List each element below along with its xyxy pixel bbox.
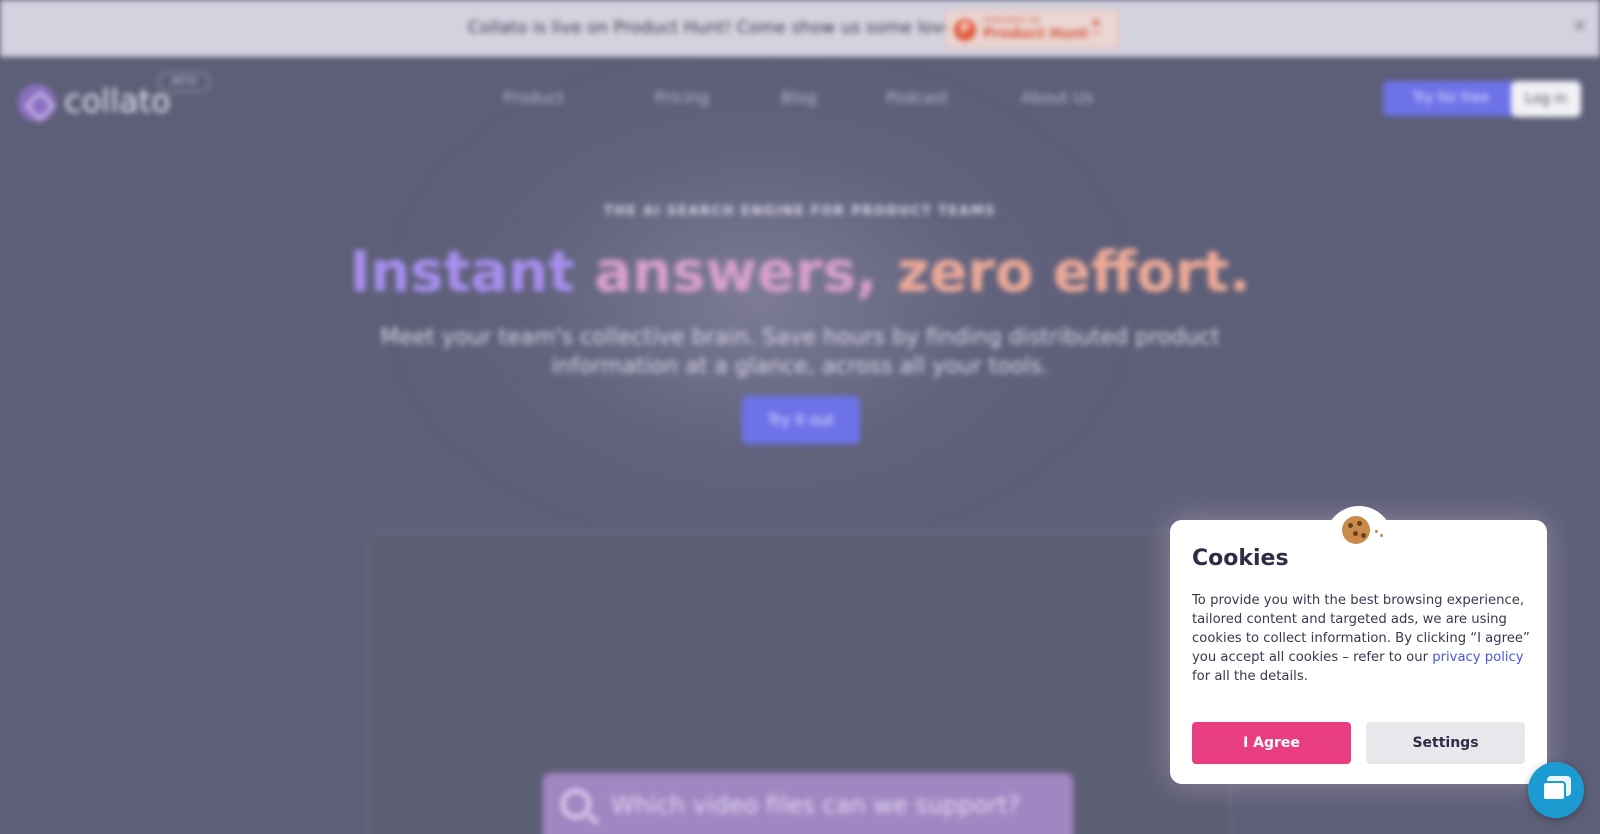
demo-search-box: Which video files can we support?: [543, 773, 1073, 834]
nav-item-about-us[interactable]: About Us: [1021, 88, 1093, 107]
cookie-consent-modal: Cookies To provide you with the best bro…: [1170, 506, 1547, 784]
nav-item-product[interactable]: Product: [503, 88, 564, 107]
headline-part-2: answers,: [594, 240, 878, 305]
nav-item-blog[interactable]: Blog: [781, 88, 816, 107]
nav-item-podcast[interactable]: Podcast: [886, 88, 948, 107]
try-for-free-button[interactable]: Try for free: [1383, 81, 1519, 116]
chat-bubble-icon: [1542, 781, 1566, 801]
cookie-icon: [1342, 516, 1370, 544]
hero-headline: Instant answers, zero effort.: [0, 240, 1600, 305]
cookie-body: To provide you with the best browsing ex…: [1192, 591, 1532, 686]
demo-query-text: Which video files can we support?: [611, 791, 1021, 819]
hero-eyebrow: THE AI SEARCH ENGINE FOR PRODUCT TEAMS: [604, 204, 996, 219]
upvote-arrow: ▲: [1092, 16, 1100, 27]
cookie-title: Cookies: [1192, 546, 1289, 571]
chat-launcher-button[interactable]: [1528, 762, 1584, 818]
upvote-icon: ▲ ••: [1090, 16, 1102, 40]
announcement-close-icon[interactable]: ×: [1572, 15, 1587, 36]
upvote-count: ••: [1090, 28, 1102, 39]
announcement-bar: Collato is live on Product Hunt! Come sh…: [0, 0, 1600, 57]
logo-text[interactable]: collato: [64, 82, 171, 120]
collato-logo-icon[interactable]: [18, 84, 56, 122]
try-it-out-button[interactable]: Try it out: [742, 396, 860, 444]
beta-badge: BETA: [158, 72, 210, 92]
search-icon: [561, 789, 591, 819]
cookie-body-text-end: for all the details.: [1192, 669, 1308, 684]
announcement-text: Collato is live on Product Hunt! Come sh…: [468, 18, 960, 38]
product-hunt-featured-label: FEATURED ON: [983, 16, 1040, 25]
product-hunt-name: Product Hunt: [983, 26, 1088, 42]
hero-subline: Meet your team's collective brain. Save …: [380, 325, 1220, 379]
product-hunt-badge[interactable]: P FEATURED ON Product Hunt ▲ ••: [945, 10, 1119, 48]
headline-part-3: zero effort.: [896, 240, 1251, 305]
product-hunt-logo-icon: P: [954, 19, 976, 41]
login-button[interactable]: Log in: [1511, 81, 1581, 117]
nav-item-pricing[interactable]: Pricing: [655, 88, 709, 107]
agree-button[interactable]: I Agree: [1192, 722, 1351, 764]
headline-part-1: Instant: [349, 240, 575, 305]
privacy-policy-link[interactable]: privacy policy: [1432, 650, 1523, 665]
cookie-settings-button[interactable]: Settings: [1366, 722, 1525, 764]
